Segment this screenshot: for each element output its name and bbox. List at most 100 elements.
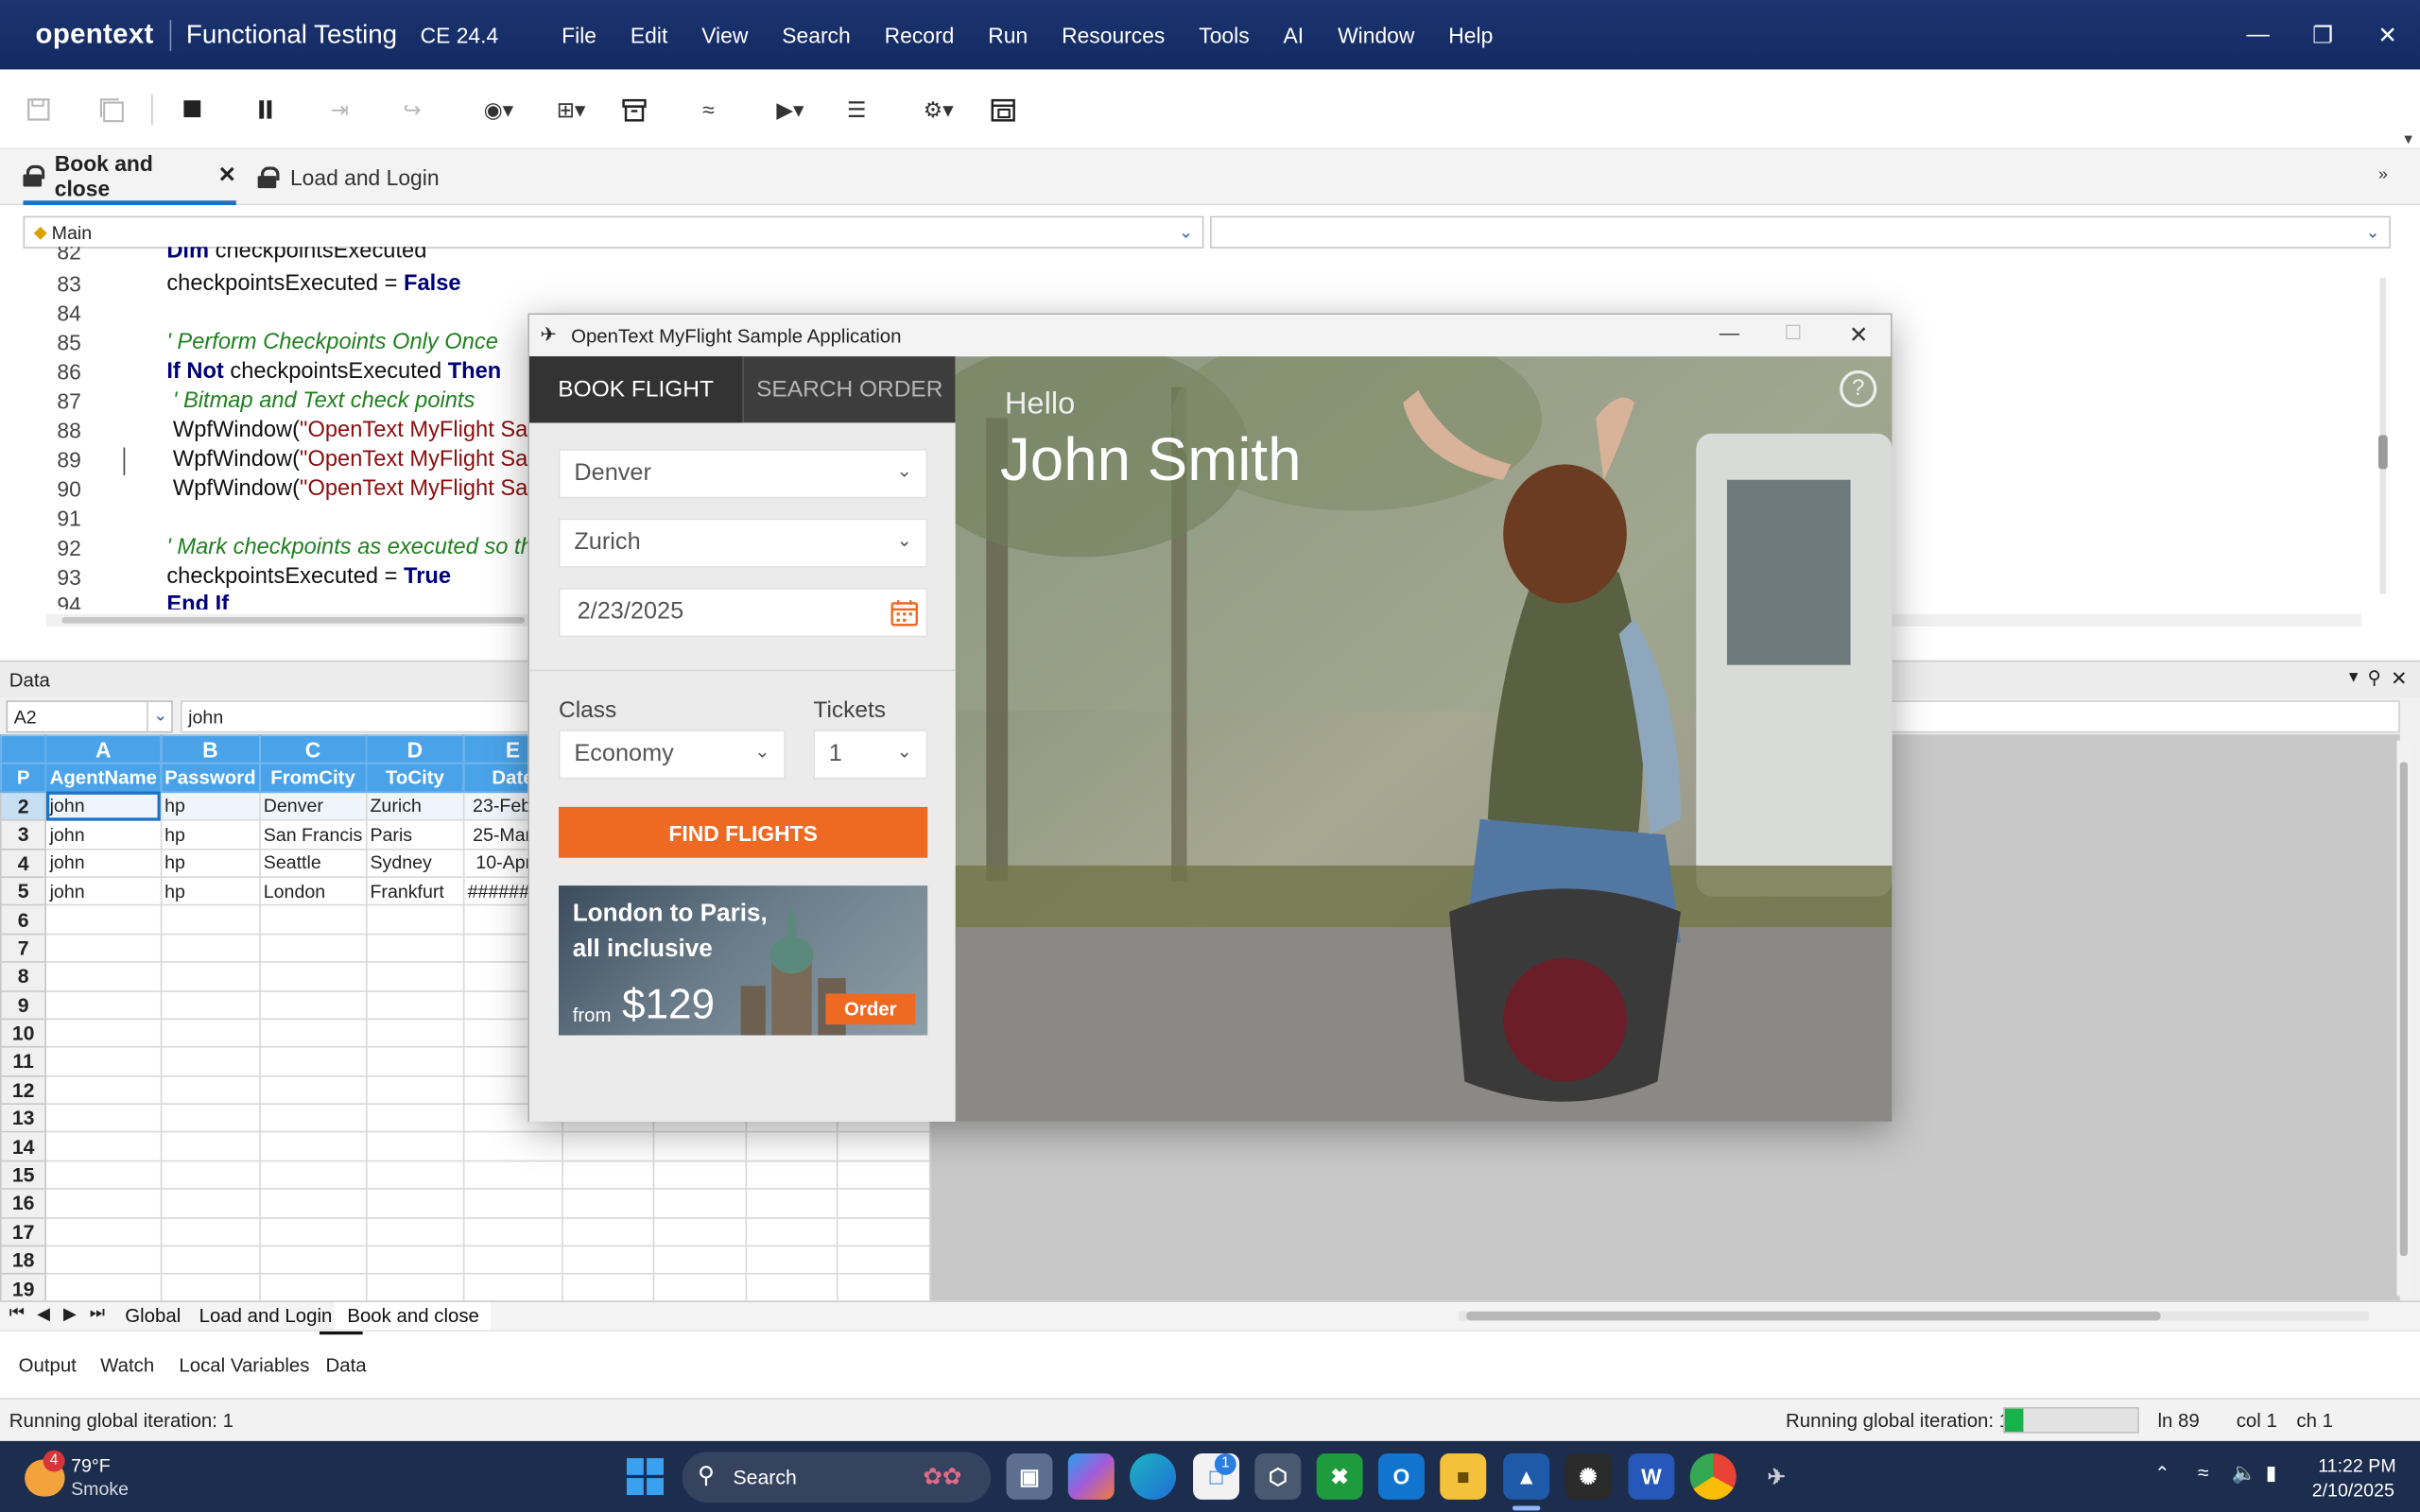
stop-icon[interactable] [174, 91, 211, 128]
prev-sheet-icon[interactable]: ◀ [37, 1304, 50, 1324]
close-icon[interactable]: ✕ [1849, 321, 1869, 349]
row-header[interactable]: 10 [0, 1018, 47, 1049]
menu-search[interactable]: Search [782, 23, 850, 47]
xbox-icon[interactable]: ✖ [1316, 1452, 1363, 1500]
menu-help[interactable]: Help [1448, 23, 1493, 47]
battery-icon[interactable]: ▮ [2266, 1461, 2277, 1486]
close-tab-icon[interactable]: ✕ [218, 162, 236, 188]
step-into-icon[interactable]: ⇥ [321, 91, 358, 128]
wave-icon[interactable]: ≈ [690, 91, 727, 128]
menu-edit[interactable]: Edit [631, 23, 667, 47]
start-icon[interactable] [626, 1457, 665, 1496]
tab-watch[interactable]: Watch [100, 1354, 154, 1376]
data-cell[interactable]: hp [160, 848, 261, 878]
chevron-down-icon[interactable]: ⌄ [147, 701, 173, 731]
row-header[interactable]: 15 [0, 1160, 47, 1191]
row-header[interactable]: 8 [0, 961, 47, 992]
next-sheet-icon[interactable]: ▶ [63, 1304, 77, 1324]
scroll-thumb[interactable] [1466, 1311, 2161, 1321]
row-header[interactable]: 16 [0, 1188, 47, 1219]
edge-icon[interactable] [1130, 1452, 1177, 1500]
volume-icon[interactable]: 🔈 [2232, 1461, 2256, 1486]
checkpoint-icon[interactable]: ⊞▾ [548, 91, 595, 128]
data-cell[interactable]: San Francis [258, 819, 368, 850]
menu-ai[interactable]: AI [1284, 23, 1305, 47]
myflight-taskbar-icon[interactable]: ✈ [1754, 1453, 1800, 1500]
outlook-icon[interactable]: O [1377, 1452, 1425, 1500]
date-picker[interactable]: 2/23/2025 [559, 588, 928, 638]
menu-view[interactable]: View [701, 23, 748, 47]
chevron-up-icon[interactable]: ⌃ [2154, 1463, 2169, 1485]
scroll-thumb[interactable] [61, 617, 526, 624]
task-view-icon[interactable]: ▣ [1006, 1452, 1053, 1500]
step-over-icon[interactable]: ↪ [393, 91, 430, 128]
tab-book-flight[interactable]: BOOK FLIGHT [528, 356, 743, 423]
grid-corner[interactable] [0, 734, 47, 765]
class-select[interactable]: Economy ⌄ [559, 730, 786, 780]
window-icon[interactable] [985, 91, 1022, 128]
panel-menu-icon[interactable]: ▼ [2346, 670, 2361, 687]
sheet-tab-load-and-login[interactable]: Load and Login [187, 1302, 345, 1330]
tab-output[interactable]: Output [19, 1354, 77, 1376]
data-cell[interactable]: hp [160, 876, 261, 906]
word-icon[interactable]: W [1628, 1452, 1675, 1500]
copilot-icon[interactable] [1067, 1452, 1115, 1500]
row-header[interactable]: 19 [0, 1273, 47, 1301]
row-header[interactable]: 17 [0, 1216, 47, 1247]
help-icon[interactable]: ? [1840, 369, 1877, 408]
data-cell[interactable]: Denver [258, 791, 368, 821]
promo-order-button[interactable]: Order [825, 993, 916, 1025]
data-cell[interactable]: Frankfurt [365, 876, 465, 906]
chatgpt-icon[interactable]: ✺ [1564, 1452, 1612, 1500]
grid-vertical-scrollbar[interactable] [2396, 740, 2411, 1297]
functional-testing-icon[interactable]: ▲ [1503, 1452, 1550, 1500]
row-header[interactable]: 7 [0, 933, 47, 963]
tabs-overflow-icon[interactable]: » [2378, 165, 2388, 184]
calendar-icon[interactable] [890, 598, 919, 634]
scope-combo[interactable]: ◆ Main ⌄ [23, 215, 1204, 249]
tab-local-variables[interactable]: Local Variables [179, 1354, 309, 1376]
menu-tools[interactable]: Tools [1199, 23, 1249, 47]
scroll-thumb[interactable] [2377, 435, 2388, 470]
clock-date[interactable]: 2/10/2025 [2312, 1480, 2394, 1502]
scroll-thumb[interactable] [2399, 762, 2408, 1256]
data-cell[interactable]: Zurich [365, 791, 465, 821]
file-explorer-icon[interactable]: ■ [1440, 1452, 1487, 1500]
field-fromcity[interactable]: FromCity [258, 763, 368, 793]
row-header[interactable]: 11 [0, 1046, 47, 1077]
column-header-d[interactable]: D [365, 734, 465, 765]
last-sheet-icon[interactable]: ⏭ [90, 1304, 105, 1324]
menu-window[interactable]: Window [1338, 23, 1414, 47]
row-header[interactable]: 9 [0, 989, 47, 1021]
to-city-select[interactable]: Zurich ⌄ [559, 518, 928, 568]
data-cell[interactable]: hp [160, 819, 261, 850]
row-header[interactable]: 18 [0, 1245, 47, 1276]
save-icon[interactable] [20, 91, 57, 128]
cell-reference-box[interactable]: A2 ⌄ [6, 700, 173, 733]
minimize-icon[interactable]: — [2225, 0, 2290, 69]
chrome-icon[interactable] [1689, 1452, 1737, 1500]
code-vertical-scrollbar[interactable] [2377, 263, 2389, 594]
clock-time[interactable]: 11:22 PM [2318, 1455, 2395, 1477]
field-tocity[interactable]: ToCity [365, 763, 465, 793]
column-header-c[interactable]: C [258, 734, 368, 765]
app-icon[interactable]: ⬡ [1254, 1452, 1302, 1500]
close-icon[interactable]: ✕ [2355, 0, 2420, 69]
archive-icon[interactable] [615, 91, 652, 128]
toolbar-overflow-icon[interactable]: ▼ [2401, 131, 2415, 146]
menu-resources[interactable]: Resources [1062, 23, 1165, 47]
data-cell-selected[interactable]: john [44, 791, 162, 821]
tab-load-and-login[interactable]: Load and Login [257, 149, 440, 205]
first-sheet-icon[interactable]: ⏮ [9, 1304, 25, 1324]
promo-banner[interactable]: London to Paris, all inclusive from $129… [559, 885, 928, 1036]
sheet-horizontal-scrollbar[interactable] [1458, 1311, 2370, 1321]
data-cell[interactable]: john [44, 819, 162, 850]
record-mode-icon[interactable]: ◉▾ [475, 91, 522, 128]
data-cell[interactable]: john [44, 848, 162, 878]
tickets-select[interactable]: 1 ⌄ [813, 730, 928, 780]
close-panel-icon[interactable]: ✕ [2391, 666, 2408, 691]
field-password[interactable]: Password [160, 763, 261, 793]
sheet-tab-global[interactable]: Global [112, 1302, 193, 1330]
menu-run[interactable]: Run [988, 23, 1028, 47]
from-city-select[interactable]: Denver ⌄ [559, 449, 928, 499]
